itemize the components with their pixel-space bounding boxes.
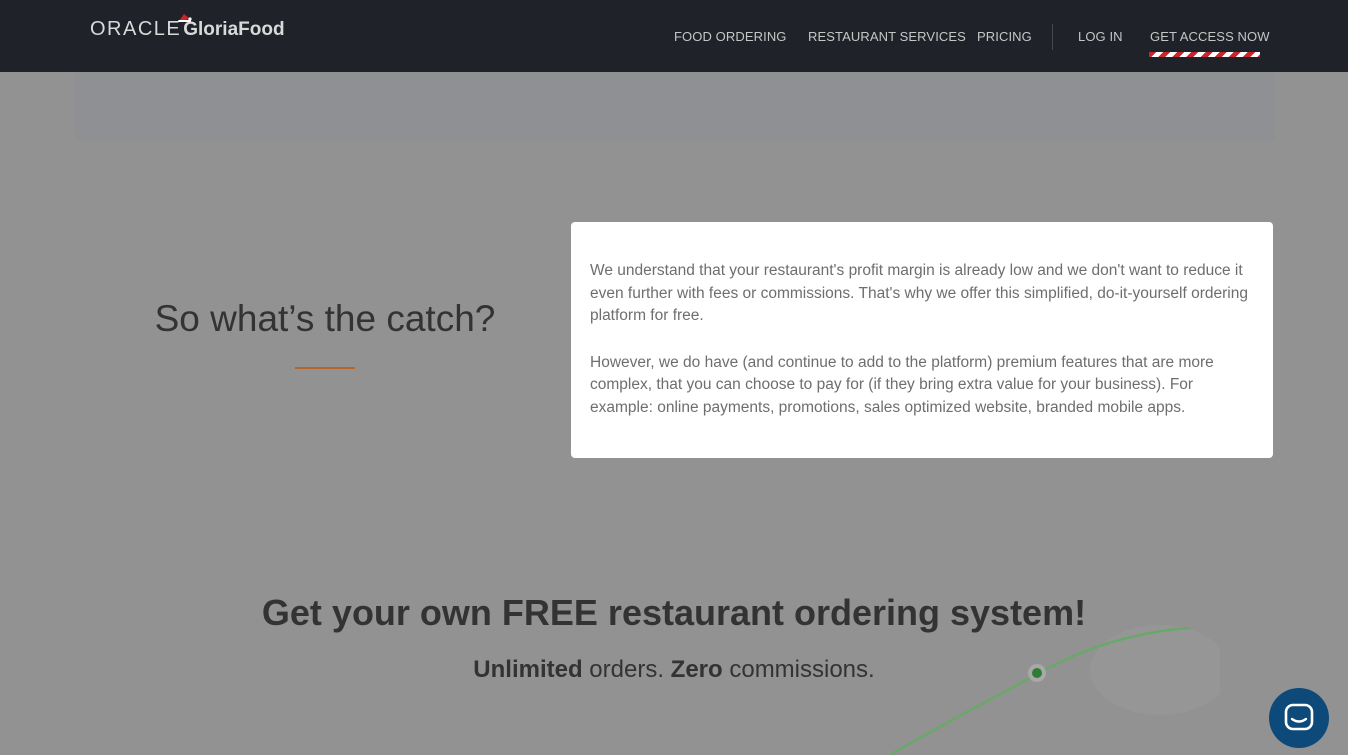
cta-sub-bold-unlimited: Unlimited [473, 656, 583, 683]
catch-explanation-card: We understand that your restaurant's pro… [571, 222, 1273, 458]
decorative-growth-curve [889, 625, 1220, 755]
catch-heading: So what’s the catch? [154, 298, 496, 339]
chat-launcher-button[interactable] [1269, 688, 1329, 748]
cta-sub-text-orders: orders. [582, 656, 671, 683]
catch-paragraph-2: However, we do have (and continue to add… [590, 353, 1214, 416]
nav-divider [1052, 24, 1053, 50]
nav-log-in[interactable]: LOG IN [1078, 29, 1123, 44]
cta-sub-text-commissions: commissions. [722, 656, 875, 683]
logo-oracle-text: ORACLE [90, 18, 182, 40]
santa-hat-icon [178, 14, 192, 22]
cta-sub-bold-zero: Zero [670, 656, 723, 683]
gloriafood-logo[interactable]: ORACLE GloriaFood [90, 14, 285, 41]
nav-get-access-now[interactable]: GET ACCESS NOW [1150, 29, 1270, 44]
candy-stripe-underline [1149, 52, 1260, 57]
top-nav: ORACLE GloriaFood FOOD ORDERING RESTAURA… [0, 0, 1348, 72]
catch-paragraph-1: We understand that your restaurant's pro… [590, 262, 1248, 324]
nav-pricing[interactable]: PRICING [977, 29, 1032, 44]
chat-bubble-icon [1284, 703, 1314, 731]
heading-accent-line [295, 367, 355, 369]
logo-gloria-text: GloriaFood [178, 14, 285, 41]
logo-gloria-label: GloriaFood [183, 19, 285, 40]
nav-restaurant-services[interactable]: RESTAURANT SERVICES [808, 29, 966, 44]
nav-food-ordering[interactable]: FOOD ORDERING [674, 29, 787, 44]
top-content-band [75, 72, 1275, 140]
